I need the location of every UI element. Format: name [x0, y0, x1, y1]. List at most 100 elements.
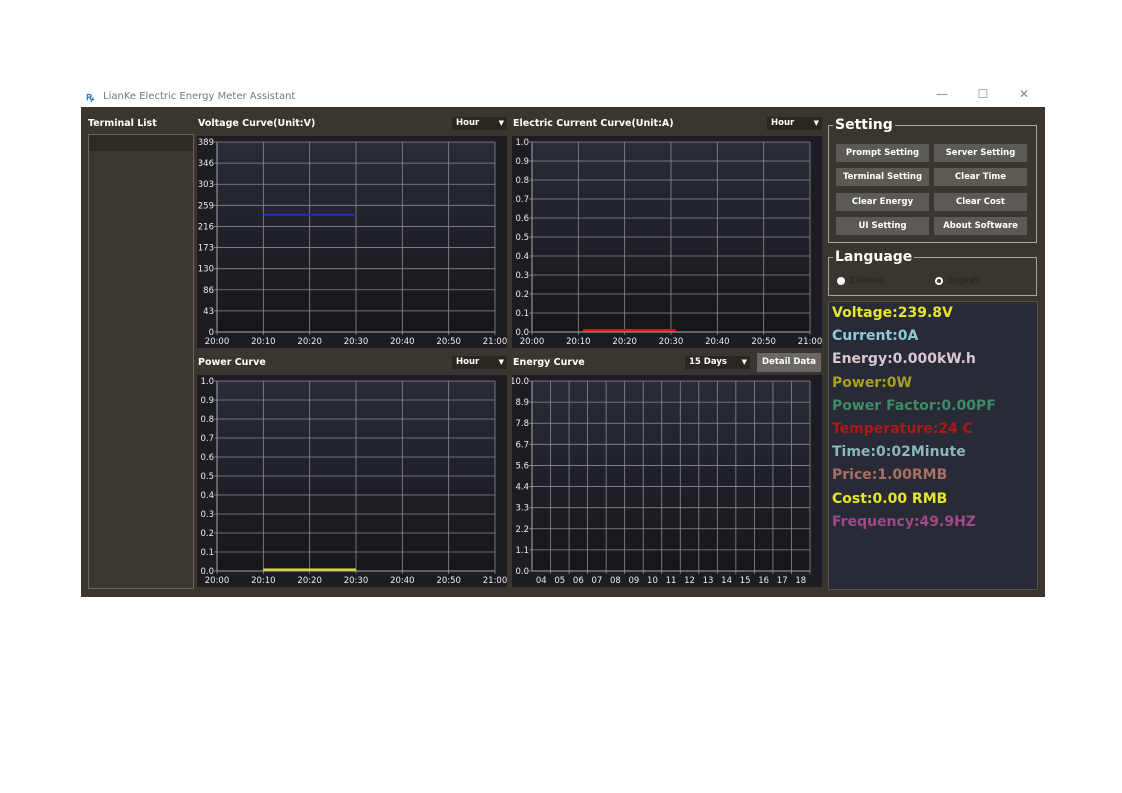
x-tick-label: 20:30: [344, 337, 369, 347]
y-tick-label: 173: [198, 244, 214, 254]
setting-button-about-software[interactable]: About Software: [934, 217, 1027, 235]
x-tick-label: 20:20: [612, 337, 637, 347]
power-chart: 0.00.10.20.30.40.50.60.70.80.91.020:00 20…: [197, 375, 507, 587]
y-tick-label: 0.7: [200, 434, 214, 444]
setting-title: Setting: [833, 117, 895, 133]
terminal-list-label: Terminal List: [88, 118, 157, 129]
x-tick-label: 15: [740, 576, 751, 586]
x-tick-label: 20:50: [751, 337, 776, 347]
y-tick-label: 130: [198, 265, 214, 275]
chevron-down-icon: ▼: [498, 119, 504, 127]
radio-unselected-icon: [935, 277, 943, 285]
y-tick-label: 0.5: [200, 472, 214, 482]
x-tick-label: 21:00: [483, 576, 507, 586]
detail-data-button[interactable]: Detail Data: [757, 353, 821, 372]
x-tick-label: 20:20: [297, 337, 322, 347]
readout-price: Price:1.00RMB: [832, 467, 948, 484]
y-tick-label: 43: [203, 307, 214, 317]
readout-time: Time:0:02Minute: [832, 444, 966, 461]
x-tick-label: 20:00: [520, 337, 545, 347]
chevron-down-icon: ▼: [498, 358, 504, 366]
y-tick-label: 0.8: [200, 415, 214, 425]
setting-button-clear-time[interactable]: Clear Time: [934, 168, 1027, 186]
x-tick-label: 17: [777, 576, 788, 586]
minimize-button[interactable]: —: [927, 87, 957, 101]
terminal-list-item[interactable]: [89, 135, 193, 151]
setting-button-prompt-setting[interactable]: Prompt Setting: [836, 144, 929, 162]
y-tick-label: 0.6: [200, 453, 214, 463]
power-chart-title: Power Curve: [198, 357, 266, 368]
x-tick-label: 20:10: [251, 337, 276, 347]
y-tick-label: 0.6: [515, 214, 529, 224]
x-tick-label: 20:00: [205, 576, 230, 586]
y-tick-label: 0.0: [515, 567, 529, 577]
radio-chinese[interactable]: Chinese: [837, 276, 884, 286]
current-chart-title: Electric Current Curve(Unit:A): [513, 118, 674, 129]
radio-chinese-label: Chinese: [850, 276, 884, 286]
x-tick-label: 20:20: [297, 576, 322, 586]
readout-voltage: Voltage:239.8V: [832, 305, 953, 321]
readout-energy: Energy:0.000kW.h: [832, 351, 976, 368]
x-tick-label: 10: [647, 576, 658, 586]
readout-power-factor: Power Factor:0.00PF: [832, 397, 996, 414]
y-tick-label: 259: [198, 201, 214, 211]
setting-button-clear-cost[interactable]: Clear Cost: [934, 193, 1027, 211]
x-tick-label: 14: [721, 576, 732, 586]
terminal-list[interactable]: [88, 134, 194, 589]
x-tick-label: 20:00: [205, 337, 230, 347]
y-tick-label: 0.1: [515, 309, 529, 319]
current-range-value: Hour: [771, 118, 795, 128]
app-window: ꝶ LianKe Electric Energy Meter Assistant…: [81, 85, 1045, 597]
voltage-chart-title: Voltage Curve(Unit:V): [198, 118, 316, 129]
setting-button-terminal-setting[interactable]: Terminal Setting: [836, 168, 929, 186]
y-tick-label: 0.9: [515, 157, 529, 167]
setting-button-ui-setting[interactable]: UI Setting: [836, 217, 929, 235]
x-tick-label: 20:10: [251, 576, 276, 586]
y-tick-label: 0.9: [200, 396, 214, 406]
x-tick-label: 20:50: [436, 337, 461, 347]
radio-selected-icon: [837, 277, 845, 285]
readout-current: Current:0A: [832, 328, 919, 345]
close-button[interactable]: ✕: [1009, 87, 1039, 101]
y-tick-label: 0.4: [515, 252, 529, 262]
maximize-button[interactable]: ☐: [968, 87, 998, 101]
readout-panel: Voltage:239.8V Current:0A Energy:0.000kW.h…: [828, 301, 1038, 590]
x-tick-label: 20:40: [390, 576, 415, 586]
x-tick-label: 16: [758, 576, 769, 586]
y-tick-label: 216: [198, 222, 214, 232]
energy-range-value: 15 Days: [689, 357, 727, 367]
y-tick-label: 8.9: [515, 398, 529, 408]
x-tick-label: 09: [629, 576, 640, 586]
energy-chart-title: Energy Curve: [513, 357, 585, 368]
y-tick-label: 0.2: [200, 529, 214, 539]
chevron-down-icon: ▼: [741, 358, 747, 366]
energy-range-select[interactable]: 15 Days ▼: [685, 356, 750, 369]
x-tick-label: 20:10: [566, 337, 591, 347]
y-tick-label: 2.2: [515, 525, 529, 535]
y-tick-label: 0.7: [515, 195, 529, 205]
x-tick-label: 21:00: [798, 337, 822, 347]
setting-button-clear-energy[interactable]: Clear Energy: [836, 193, 929, 211]
voltage-range-select[interactable]: Hour ▼: [452, 117, 507, 130]
x-tick-label: 20:50: [436, 576, 461, 586]
window-title: LianKe Electric Energy Meter Assistant: [103, 90, 296, 102]
chevron-down-icon: ▼: [813, 119, 819, 127]
language-group: Language Chinese English: [828, 249, 1037, 296]
readout-temperature: Temperature:24 C: [832, 421, 973, 437]
setting-button-server-setting[interactable]: Server Setting: [934, 144, 1027, 162]
radio-english[interactable]: English: [935, 276, 979, 286]
y-tick-label: 4.4: [515, 483, 529, 493]
x-tick-label: 20:40: [390, 337, 415, 347]
y-tick-label: 1.1: [515, 546, 529, 556]
voltage-range-value: Hour: [456, 118, 480, 128]
y-tick-label: 0.4: [200, 491, 214, 501]
power-range-select[interactable]: Hour ▼: [452, 356, 507, 369]
y-tick-label: 0.3: [515, 271, 529, 281]
x-tick-label: 20:40: [705, 337, 730, 347]
y-tick-label: 303: [198, 180, 214, 190]
current-range-select[interactable]: Hour ▼: [767, 117, 822, 130]
x-tick-label: 08: [610, 576, 621, 586]
y-tick-label: 0.3: [200, 510, 214, 520]
y-tick-label: 86: [203, 286, 214, 296]
y-tick-label: 0.2: [515, 290, 529, 300]
